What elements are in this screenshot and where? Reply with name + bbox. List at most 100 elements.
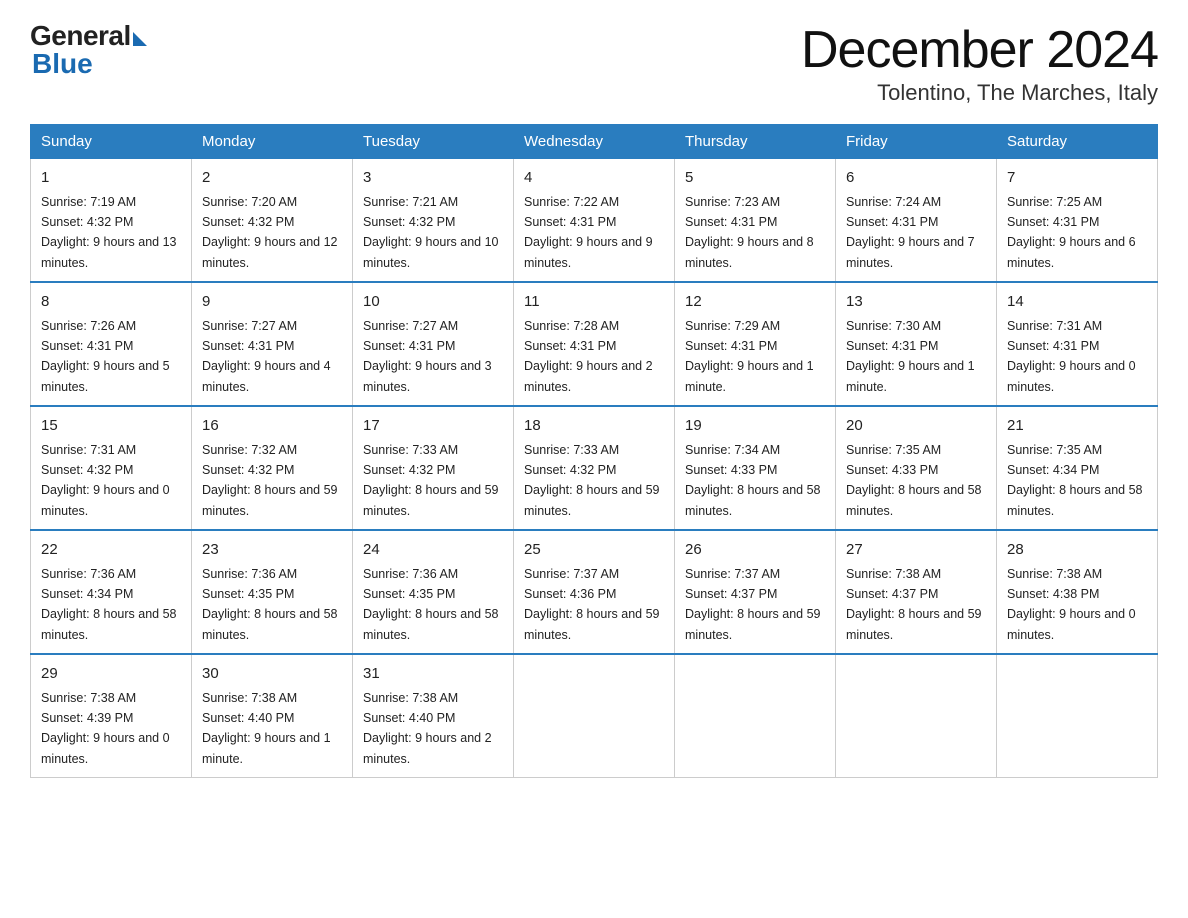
day-number: 4 — [524, 167, 664, 190]
header-cell-thursday: Thursday — [675, 125, 836, 159]
day-info: Sunrise: 7:38 AMSunset: 4:40 PMDaylight:… — [202, 691, 331, 766]
day-info: Sunrise: 7:36 AMSunset: 4:34 PMDaylight:… — [41, 567, 177, 642]
header-cell-sunday: Sunday — [31, 125, 192, 159]
logo-blue-text: Blue — [32, 48, 93, 80]
day-number: 29 — [41, 663, 181, 686]
day-number: 25 — [524, 539, 664, 562]
calendar-table: SundayMondayTuesdayWednesdayThursdayFrid… — [30, 124, 1158, 778]
day-number: 7 — [1007, 167, 1147, 190]
day-number: 13 — [846, 291, 986, 314]
day-cell: 1 Sunrise: 7:19 AMSunset: 4:32 PMDaylight… — [31, 159, 192, 283]
day-number: 8 — [41, 291, 181, 314]
day-cell: 25 Sunrise: 7:37 AMSunset: 4:36 PMDayligh… — [514, 530, 675, 654]
day-info: Sunrise: 7:38 AMSunset: 4:38 PMDaylight:… — [1007, 567, 1136, 642]
week-row-5: 29 Sunrise: 7:38 AMSunset: 4:39 PMDayligh… — [31, 654, 1158, 778]
day-cell: 26 Sunrise: 7:37 AMSunset: 4:37 PMDayligh… — [675, 530, 836, 654]
day-info: Sunrise: 7:37 AMSunset: 4:36 PMDaylight:… — [524, 567, 660, 642]
day-cell: 30 Sunrise: 7:38 AMSunset: 4:40 PMDayligh… — [192, 654, 353, 778]
day-info: Sunrise: 7:31 AMSunset: 4:31 PMDaylight:… — [1007, 319, 1136, 394]
logo: General Blue — [30, 20, 147, 80]
page-header: General Blue December 2024 Tolentino, Th… — [30, 20, 1158, 106]
day-cell — [514, 654, 675, 778]
day-cell: 19 Sunrise: 7:34 AMSunset: 4:33 PMDayligh… — [675, 406, 836, 530]
day-number: 10 — [363, 291, 503, 314]
day-number: 16 — [202, 415, 342, 438]
day-info: Sunrise: 7:26 AMSunset: 4:31 PMDaylight:… — [41, 319, 170, 394]
day-number: 6 — [846, 167, 986, 190]
day-number: 21 — [1007, 415, 1147, 438]
day-number: 18 — [524, 415, 664, 438]
day-info: Sunrise: 7:24 AMSunset: 4:31 PMDaylight:… — [846, 195, 975, 270]
day-info: Sunrise: 7:38 AMSunset: 4:37 PMDaylight:… — [846, 567, 982, 642]
header-cell-wednesday: Wednesday — [514, 125, 675, 159]
day-cell: 10 Sunrise: 7:27 AMSunset: 4:31 PMDayligh… — [353, 282, 514, 406]
day-info: Sunrise: 7:38 AMSunset: 4:40 PMDaylight:… — [363, 691, 492, 766]
day-info: Sunrise: 7:20 AMSunset: 4:32 PMDaylight:… — [202, 195, 338, 270]
day-info: Sunrise: 7:31 AMSunset: 4:32 PMDaylight:… — [41, 443, 170, 518]
day-cell: 12 Sunrise: 7:29 AMSunset: 4:31 PMDayligh… — [675, 282, 836, 406]
header-cell-tuesday: Tuesday — [353, 125, 514, 159]
day-number: 9 — [202, 291, 342, 314]
day-number: 2 — [202, 167, 342, 190]
week-row-1: 1 Sunrise: 7:19 AMSunset: 4:32 PMDaylight… — [31, 159, 1158, 283]
day-number: 12 — [685, 291, 825, 314]
day-cell: 29 Sunrise: 7:38 AMSunset: 4:39 PMDayligh… — [31, 654, 192, 778]
day-number: 1 — [41, 167, 181, 190]
location-title: Tolentino, The Marches, Italy — [801, 80, 1158, 106]
week-row-4: 22 Sunrise: 7:36 AMSunset: 4:34 PMDayligh… — [31, 530, 1158, 654]
day-cell: 27 Sunrise: 7:38 AMSunset: 4:37 PMDayligh… — [836, 530, 997, 654]
day-info: Sunrise: 7:33 AMSunset: 4:32 PMDaylight:… — [524, 443, 660, 518]
day-info: Sunrise: 7:19 AMSunset: 4:32 PMDaylight:… — [41, 195, 177, 270]
day-number: 22 — [41, 539, 181, 562]
header-cell-monday: Monday — [192, 125, 353, 159]
day-cell — [836, 654, 997, 778]
day-cell: 24Sunrise: 7:36 AMSunset: 4:35 PMDayligh… — [353, 530, 514, 654]
day-cell: 23Sunrise: 7:36 AMSunset: 4:35 PMDayligh… — [192, 530, 353, 654]
day-number: 30 — [202, 663, 342, 686]
day-cell: 15 Sunrise: 7:31 AMSunset: 4:32 PMDayligh… — [31, 406, 192, 530]
day-info: Sunrise: 7:37 AMSunset: 4:37 PMDaylight:… — [685, 567, 821, 642]
day-info: Sunrise: 7:34 AMSunset: 4:33 PMDaylight:… — [685, 443, 821, 518]
day-cell: 4Sunrise: 7:22 AMSunset: 4:31 PMDaylight… — [514, 159, 675, 283]
day-info: Sunrise: 7:38 AMSunset: 4:39 PMDaylight:… — [41, 691, 170, 766]
day-number: 15 — [41, 415, 181, 438]
day-info: Sunrise: 7:27 AMSunset: 4:31 PMDaylight:… — [202, 319, 331, 394]
day-info: Sunrise: 7:32 AMSunset: 4:32 PMDaylight:… — [202, 443, 338, 518]
day-cell — [997, 654, 1158, 778]
day-cell: 28 Sunrise: 7:38 AMSunset: 4:38 PMDayligh… — [997, 530, 1158, 654]
header-row: SundayMondayTuesdayWednesdayThursdayFrid… — [31, 125, 1158, 159]
day-cell: 2 Sunrise: 7:20 AMSunset: 4:32 PMDaylight… — [192, 159, 353, 283]
day-number: 20 — [846, 415, 986, 438]
day-number: 14 — [1007, 291, 1147, 314]
day-cell: 17Sunrise: 7:33 AMSunset: 4:32 PMDayligh… — [353, 406, 514, 530]
header-cell-saturday: Saturday — [997, 125, 1158, 159]
day-info: Sunrise: 7:27 AMSunset: 4:31 PMDaylight:… — [363, 319, 492, 394]
day-info: Sunrise: 7:21 AMSunset: 4:32 PMDaylight:… — [363, 195, 499, 270]
day-cell: 11 Sunrise: 7:28 AMSunset: 4:31 PMDayligh… — [514, 282, 675, 406]
day-info: Sunrise: 7:29 AMSunset: 4:31 PMDaylight:… — [685, 319, 814, 394]
calendar-header: SundayMondayTuesdayWednesdayThursdayFrid… — [31, 125, 1158, 159]
day-info: Sunrise: 7:25 AMSunset: 4:31 PMDaylight:… — [1007, 195, 1136, 270]
day-cell: 20Sunrise: 7:35 AMSunset: 4:33 PMDayligh… — [836, 406, 997, 530]
logo-arrow-icon — [133, 32, 147, 46]
day-number: 17 — [363, 415, 503, 438]
day-info: Sunrise: 7:28 AMSunset: 4:31 PMDaylight:… — [524, 319, 653, 394]
month-title: December 2024 — [801, 20, 1158, 80]
day-cell — [675, 654, 836, 778]
day-number: 27 — [846, 539, 986, 562]
day-number: 19 — [685, 415, 825, 438]
day-info: Sunrise: 7:36 AMSunset: 4:35 PMDaylight:… — [363, 567, 499, 642]
day-info: Sunrise: 7:23 AMSunset: 4:31 PMDaylight:… — [685, 195, 814, 270]
day-number: 5 — [685, 167, 825, 190]
day-number: 3 — [363, 167, 503, 190]
day-info: Sunrise: 7:36 AMSunset: 4:35 PMDaylight:… — [202, 567, 338, 642]
day-number: 26 — [685, 539, 825, 562]
day-cell: 3 Sunrise: 7:21 AMSunset: 4:32 PMDaylight… — [353, 159, 514, 283]
day-cell: 16 Sunrise: 7:32 AMSunset: 4:32 PMDayligh… — [192, 406, 353, 530]
day-cell: 6 Sunrise: 7:24 AMSunset: 4:31 PMDaylight… — [836, 159, 997, 283]
week-row-3: 15 Sunrise: 7:31 AMSunset: 4:32 PMDayligh… — [31, 406, 1158, 530]
day-cell: 13Sunrise: 7:30 AMSunset: 4:31 PMDayligh… — [836, 282, 997, 406]
day-number: 11 — [524, 291, 664, 314]
day-cell: 18 Sunrise: 7:33 AMSunset: 4:32 PMDayligh… — [514, 406, 675, 530]
day-number: 28 — [1007, 539, 1147, 562]
